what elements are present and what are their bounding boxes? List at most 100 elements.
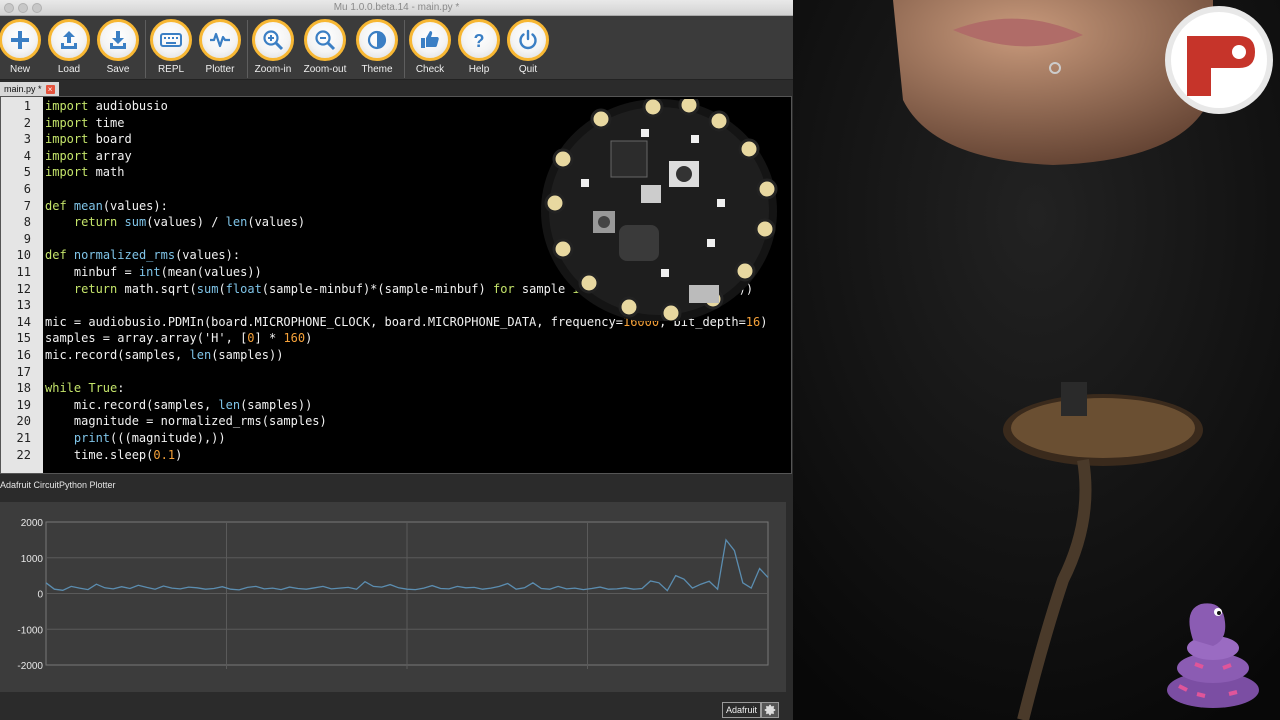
line-number: 2: [23, 115, 31, 130]
line-number: 20: [16, 414, 31, 429]
line-number: 3: [23, 132, 31, 147]
webcam-video-panel: [793, 0, 1280, 720]
code-line[interactable]: minbuf = int(mean(values)): [45, 265, 262, 279]
y-tick-label: 1000: [21, 554, 44, 565]
line-number: 9: [23, 231, 31, 246]
code-line[interactable]: def mean(values):: [45, 199, 168, 213]
plotter-label: Plotter: [205, 64, 235, 75]
svg-text:?: ?: [474, 31, 485, 51]
check-label: Check: [415, 64, 445, 75]
contrast-icon: [367, 30, 387, 50]
y-tick-label: -1000: [17, 625, 43, 636]
theme-button[interactable]: Theme: [353, 19, 401, 79]
code-line[interactable]: samples = array.array('H', [0] * 160): [45, 331, 312, 345]
line-number: 14: [16, 314, 31, 329]
power-icon: [519, 29, 537, 50]
theme-label: Theme: [361, 64, 393, 75]
zoom-in-icon: [263, 30, 284, 51]
y-tick-label: -2000: [17, 661, 43, 672]
circuit-playground-board-image: [541, 99, 778, 321]
line-number: 22: [16, 447, 31, 462]
toolbar: New Load Save REPL Plotter Zoom-in Zoom-…: [0, 16, 793, 80]
repl-label: REPL: [157, 64, 185, 75]
zoom-in-button[interactable]: Zoom-in: [249, 19, 297, 79]
close-tab-icon[interactable]: ×: [45, 84, 55, 94]
settings-button[interactable]: [761, 702, 779, 718]
line-number: 13: [16, 298, 31, 313]
toolbar-separator: [145, 20, 146, 78]
thumbs-up-icon: [421, 31, 439, 48]
line-number: 21: [16, 431, 31, 445]
line-number: 8: [23, 215, 31, 230]
line-number: 18: [16, 381, 31, 396]
question-icon: ?: [474, 31, 485, 51]
new-label: New: [9, 64, 30, 75]
code-line[interactable]: magnitude = normalized_rms(samples): [45, 414, 327, 428]
help-button[interactable]: ? Help: [455, 19, 503, 79]
circuitpython-logo: [1165, 6, 1273, 114]
line-number: 10: [16, 248, 31, 263]
plotter-button[interactable]: Plotter: [196, 19, 244, 79]
upload-icon: [61, 31, 77, 49]
code-line[interactable]: import board: [45, 132, 132, 146]
plus-icon: [11, 31, 29, 49]
plotter-panel: 2000 1000 0 -1000 -2000: [0, 502, 786, 692]
quit-label: Quit: [518, 64, 538, 75]
help-label: Help: [468, 64, 490, 75]
status-bar: Adafruit: [0, 700, 793, 720]
code-line[interactable]: import audiobusio: [45, 99, 168, 113]
zoom-out-icon: [315, 30, 336, 51]
line-number: 17: [16, 364, 31, 379]
load-button[interactable]: Load: [45, 19, 93, 79]
save-label: Save: [106, 64, 130, 75]
gear-icon: [764, 704, 776, 716]
line-number: 12: [16, 281, 31, 296]
code-line[interactable]: print(((magnitude),)): [45, 431, 226, 445]
code-line[interactable]: import math: [45, 165, 124, 179]
save-button[interactable]: Save: [94, 19, 142, 79]
toolbar-separator: [247, 20, 248, 78]
code-line[interactable]: while True:: [45, 381, 125, 395]
y-tick-label: 2000: [21, 518, 44, 529]
plotter-chart: 2000 1000 0 -1000 -2000: [17, 518, 769, 672]
code-line[interactable]: import array: [45, 149, 132, 163]
mu-editor-window: Mu 1.0.0.beta.14 - main.py * New Load Sa…: [0, 0, 793, 720]
code-line[interactable]: def normalized_rms(values):: [45, 248, 240, 262]
zoom-in-label: Zoom-in: [254, 64, 292, 75]
line-number-gutter: 1 2 3 4 5 6 7 8 9 10 11 12 13 14 15 16 17 18 19 20 21 22: [1, 97, 43, 473]
tab-label: main.py *: [4, 84, 42, 94]
line-number: 5: [23, 165, 31, 180]
quit-button[interactable]: Quit: [504, 19, 552, 79]
tab-bar: main.py * ×: [0, 81, 793, 96]
y-tick-label: 0: [37, 590, 43, 601]
waveform-icon: [210, 32, 230, 48]
download-icon: [110, 31, 126, 49]
video-frame: [793, 0, 1280, 720]
line-number: 4: [23, 148, 31, 163]
line-number: 16: [16, 348, 31, 362]
line-number: 15: [16, 331, 31, 346]
zoom-out-button[interactable]: Zoom-out: [301, 19, 349, 79]
load-label: Load: [57, 64, 81, 75]
check-button[interactable]: Check: [406, 19, 454, 79]
line-number: 7: [23, 198, 31, 213]
window-title: Mu 1.0.0.beta.14 - main.py *: [333, 2, 460, 13]
title-bar: Mu 1.0.0.beta.14 - main.py *: [0, 0, 793, 16]
toolbar-separator: [404, 20, 405, 78]
code-line[interactable]: mic.record(samples, len(samples)): [45, 398, 312, 412]
tab-main-py[interactable]: main.py * ×: [0, 82, 59, 96]
line-number: 6: [23, 182, 31, 196]
code-line[interactable]: import time: [45, 116, 124, 130]
code-line[interactable]: time.sleep(0.1): [45, 448, 182, 462]
repl-button[interactable]: REPL: [147, 19, 195, 79]
plotter-title: Adafruit CircuitPython Plotter: [0, 480, 116, 490]
mode-button[interactable]: Adafruit: [722, 702, 762, 718]
code-line[interactable]: return sum(values) / len(values): [45, 215, 305, 229]
line-number: 1: [23, 99, 31, 113]
line-number: 19: [16, 397, 31, 412]
code-line[interactable]: mic.record(samples, len(samples)): [45, 348, 283, 362]
line-number: 11: [16, 265, 31, 279]
new-button[interactable]: New: [0, 19, 44, 79]
code-editor[interactable]: 1 2 3 4 5 6 7 8 9 10 11 12 13 14 15 16 17 18 19 20 21 22 impo…: [0, 96, 792, 474]
keyboard-icon: [160, 33, 182, 47]
